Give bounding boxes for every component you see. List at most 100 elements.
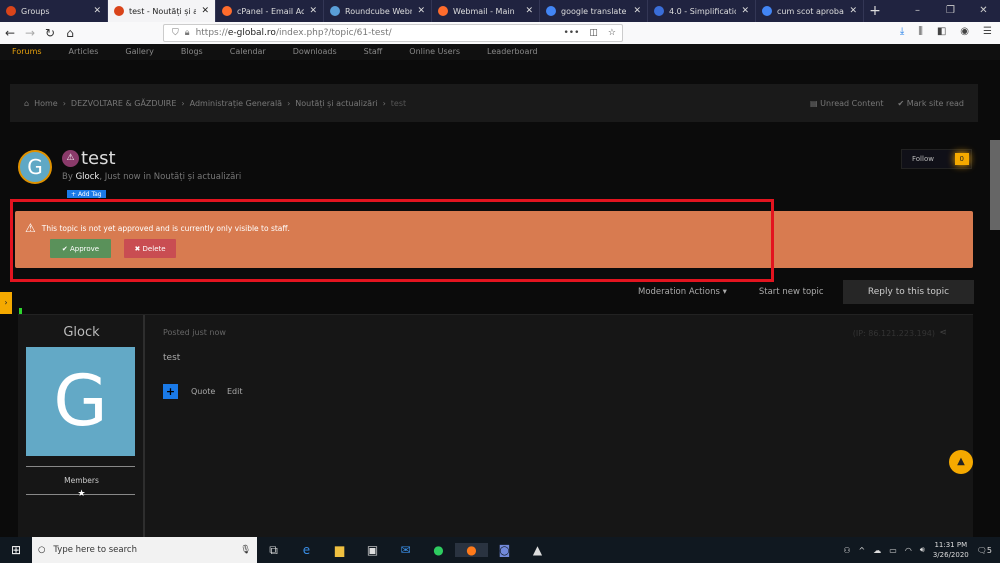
favicon-icon (546, 6, 556, 16)
divider (26, 466, 135, 467)
forum-nav-item[interactable]: Leaderboard (487, 44, 538, 60)
microphone-icon[interactable]: 🎙︎ (240, 545, 257, 555)
browser-tab[interactable]: Roundcube Webma ✕ (324, 0, 432, 22)
mark-site-read-link[interactable]: ✔ Mark site read (897, 99, 964, 108)
forward-icon[interactable]: → (20, 26, 40, 40)
browser-tab[interactable]: test - Noutăți și actu ✕ (108, 0, 216, 22)
people-icon[interactable]: ⚇ (843, 546, 850, 555)
close-window-button[interactable]: ✕ (967, 0, 1000, 22)
wifi-icon[interactable]: ◠ (905, 546, 912, 555)
discord-icon[interactable]: ◙ (488, 543, 521, 557)
close-tab-icon[interactable]: ✕ (633, 6, 641, 16)
favicon-icon (762, 6, 772, 16)
forum-nav: Forums Articles Gallery Blogs Calendar Downlo… (0, 44, 1000, 60)
account-icon[interactable]: ◉ (960, 26, 969, 37)
browser-tab[interactable]: Webmail - Main ✕ (432, 0, 540, 22)
follow-label: Follow (912, 155, 934, 163)
close-tab-icon[interactable]: ✕ (525, 6, 533, 16)
forum-nav-item[interactable]: Blogs (181, 44, 203, 60)
more-icon[interactable]: ••• (563, 28, 579, 38)
author-link[interactable]: Glock (76, 172, 100, 182)
menu-icon[interactable]: ☰ (983, 26, 992, 37)
edge-icon[interactable]: e (290, 543, 323, 557)
store-icon[interactable]: ▣ (356, 543, 389, 557)
post-author-name[interactable]: Glock (18, 325, 145, 340)
breadcrumb-item[interactable]: Home (34, 99, 58, 108)
add-tag-button[interactable]: + Add Tag (67, 190, 106, 198)
close-tab-icon[interactable]: ✕ (417, 6, 425, 16)
photos-icon[interactable]: ▲ (521, 543, 554, 557)
onedrive-icon[interactable]: ☁ (873, 546, 881, 555)
multiquote-button[interactable]: + (163, 384, 178, 399)
forum-nav-item[interactable]: Gallery (125, 44, 154, 60)
home-icon[interactable]: ⌂ (60, 26, 80, 40)
forum-nav-item[interactable]: Forums (12, 44, 42, 60)
share-icon[interactable]: ⋖ (939, 328, 947, 338)
reload-icon[interactable]: ↻ (40, 26, 60, 40)
forum-nav-item[interactable]: Downloads (293, 44, 337, 60)
by-label: By (62, 172, 73, 182)
quote-button[interactable]: Quote (191, 387, 215, 396)
favicon-icon (330, 6, 340, 16)
system-tray: ⚇ ^ ☁ ▭ ◠ 🔊︎ 11:31 PM 3/26/2020 🗨︎5 (843, 540, 1000, 560)
breadcrumb-item[interactable]: DEZVOLTARE & GĂZDUIRE (71, 99, 177, 108)
firefox-icon[interactable]: ● (455, 543, 488, 557)
forum-nav-item[interactable]: Online Users (409, 44, 460, 60)
follow-button[interactable]: Follow 0 (901, 149, 972, 169)
browser-tab[interactable]: google translate - C ✕ (540, 0, 648, 22)
forum-nav-item[interactable]: Articles (69, 44, 99, 60)
browser-tab[interactable]: cPanel - Email Acco ✕ (216, 0, 324, 22)
download-icon[interactable]: ⤓ (900, 26, 904, 37)
show-hidden-icons[interactable]: ^ (859, 546, 866, 555)
pocket-icon[interactable]: ◫ (589, 28, 598, 38)
start-new-topic-link[interactable]: Start new topic (759, 287, 824, 297)
tab-title: test - Noutăți și actu (129, 6, 196, 16)
lock-icon: 🔒︎ (184, 28, 190, 38)
scroll-to-top-button[interactable]: ▲ (949, 450, 973, 474)
close-tab-icon[interactable]: ✕ (201, 6, 209, 16)
sidebar-icon[interactable]: ◧ (937, 26, 946, 37)
task-view-icon[interactable]: ⧉ (257, 543, 290, 558)
moderation-actions-menu[interactable]: Moderation Actions ▾ (638, 287, 727, 297)
volume-icon[interactable]: 🔊︎ (920, 545, 925, 555)
clock[interactable]: 11:31 PM 3/26/2020 (933, 540, 969, 560)
battery-icon[interactable]: ▭ (889, 546, 897, 555)
breadcrumb-separator: › (287, 98, 291, 108)
restore-button[interactable]: ❐ (934, 0, 967, 22)
home-icon: ⌂ (24, 98, 30, 108)
edit-button[interactable]: Edit (227, 387, 243, 396)
browser-tab[interactable]: Groups ✕ (0, 0, 108, 22)
back-icon[interactable]: ← (0, 26, 20, 40)
reply-button[interactable]: Reply to this topic (843, 280, 974, 304)
post-ip: (IP: 86.121.223.194) (852, 329, 935, 338)
mail-icon[interactable]: ✉ (389, 543, 422, 557)
browser-tab[interactable]: 4.0 - Simplification ✕ (648, 0, 756, 22)
close-tab-icon[interactable]: ✕ (849, 6, 857, 16)
forum-nav-item[interactable]: Staff (364, 44, 383, 60)
windows-start-icon[interactable]: ⊞ (0, 543, 32, 557)
close-tab-icon[interactable]: ✕ (93, 6, 101, 16)
browser-tab[interactable]: cum scot aprobarea ✕ (756, 0, 864, 22)
whatsapp-icon[interactable]: ● (422, 543, 455, 557)
close-tab-icon[interactable]: ✕ (309, 6, 317, 16)
breadcrumb-item[interactable]: Administrație Generală (190, 99, 282, 108)
rank-star-icon: ★ (77, 489, 86, 499)
taskbar-search[interactable]: ○ Type here to search 🎙︎ (32, 537, 257, 563)
forum-nav-item[interactable]: Calendar (230, 44, 266, 60)
tab-title: cum scot aprobarea (777, 6, 844, 16)
new-tab-button[interactable]: + (864, 0, 886, 22)
minimize-button[interactable]: – (901, 0, 934, 22)
notifications-icon[interactable]: 🗨︎5 (977, 546, 992, 555)
breadcrumb-item[interactable]: Noutăți și actualizări (295, 99, 377, 108)
author-avatar[interactable]: G (18, 150, 52, 184)
post-author-avatar[interactable]: G (26, 347, 135, 456)
shield-icon[interactable]: ⛉ (172, 28, 179, 38)
scrollbar[interactable] (990, 140, 1000, 230)
url-bar[interactable]: ⛉ 🔒︎ https://e-global.ro/index.php?/topic… (163, 24, 623, 42)
bookmark-star-icon[interactable]: ☆ (608, 28, 616, 38)
unread-content-link[interactable]: ▤ Unread Content (810, 99, 883, 108)
library-icon[interactable]: ⫼ (918, 26, 923, 37)
close-tab-icon[interactable]: ✕ (741, 6, 749, 16)
side-panel-toggle[interactable]: › (0, 292, 12, 314)
file-explorer-icon[interactable]: ▆ (323, 543, 356, 557)
